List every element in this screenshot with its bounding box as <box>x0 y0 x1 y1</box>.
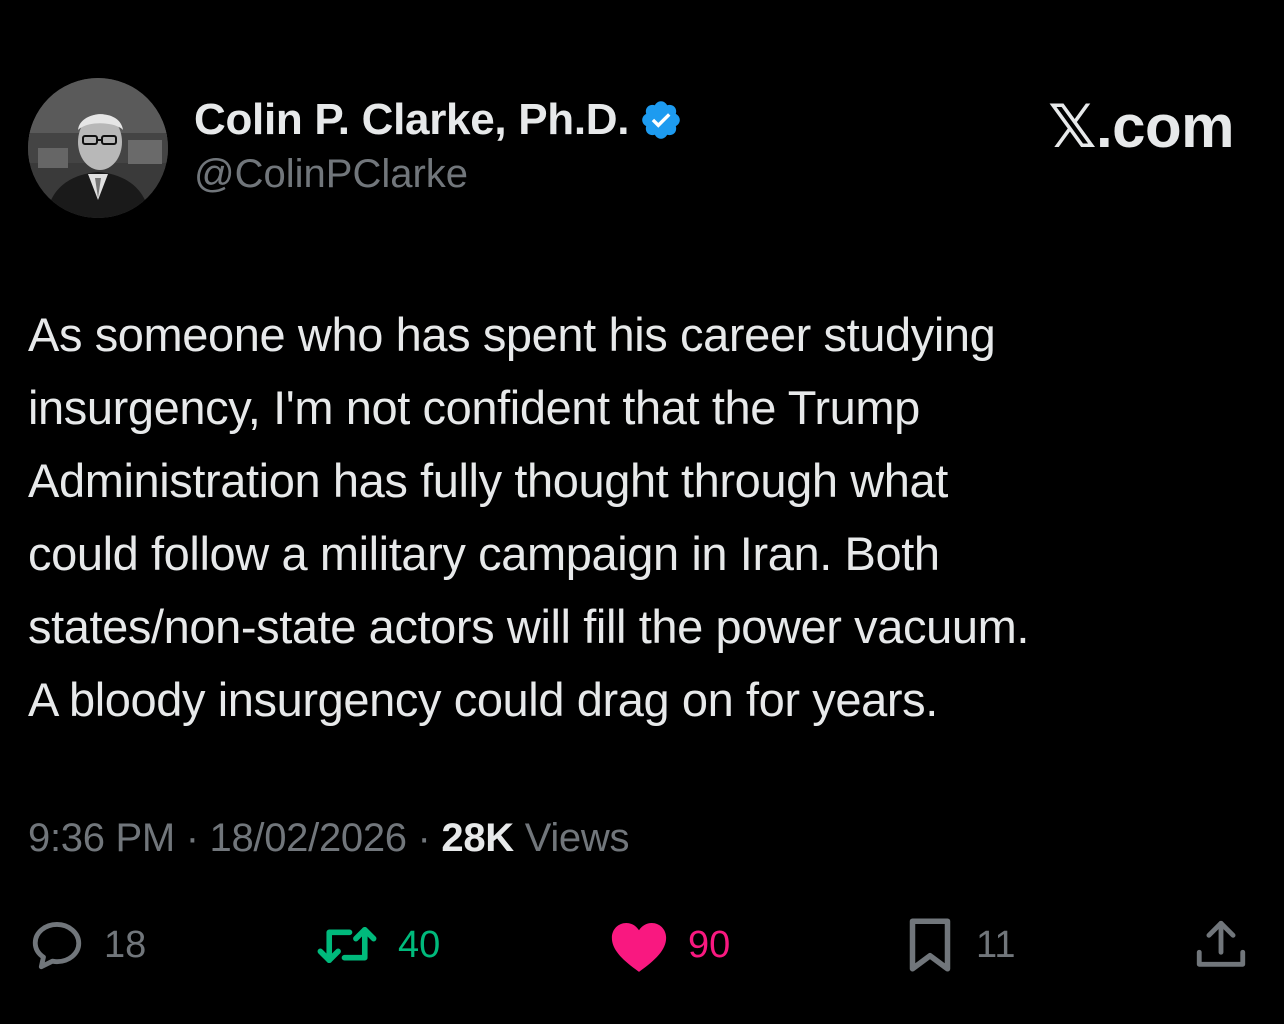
like-button[interactable]: 90 <box>608 914 730 976</box>
views-label: Views <box>513 816 630 860</box>
author-display-name[interactable]: Colin P. Clarke, Ph.D. <box>194 95 629 145</box>
heart-icon <box>611 923 667 972</box>
views-count[interactable]: 28K <box>441 816 514 860</box>
author-handle[interactable]: @ColinPClarke <box>194 152 468 197</box>
reply-count: 18 <box>104 923 147 966</box>
author-name-row: Colin P. Clarke, Ph.D. <box>194 92 683 148</box>
bookmark-count: 11 <box>976 923 1016 966</box>
tweet-text: As someone who has spent his career stud… <box>28 308 1029 726</box>
repost-arrows-icon <box>317 926 377 964</box>
repost-button[interactable]: 40 <box>314 914 440 976</box>
speech-bubble-icon <box>32 922 82 970</box>
reply-button[interactable]: 18 <box>28 914 146 976</box>
share-button[interactable] <box>1192 914 1250 976</box>
like-count: 90 <box>688 923 731 966</box>
author-avatar[interactable] <box>28 78 168 218</box>
share-icon <box>1196 920 1246 967</box>
bookmark-button[interactable]: 11 <box>902 914 1015 976</box>
repost-count: 40 <box>398 923 441 966</box>
meta-separator: · <box>174 816 210 860</box>
avatar-photo <box>28 78 168 218</box>
tweet-time[interactable]: 9:36 PM <box>28 816 175 860</box>
x-com-logo: 𝕏.com <box>1048 93 1234 160</box>
verified-badge-icon <box>642 101 680 139</box>
bookmark-icon <box>909 918 951 972</box>
meta-separator: · <box>406 816 442 860</box>
tweet-meta: 9:36 PM · 18/02/2026 · 28K Views <box>28 816 629 861</box>
tweet-date[interactable]: 18/02/2026 <box>210 816 408 860</box>
